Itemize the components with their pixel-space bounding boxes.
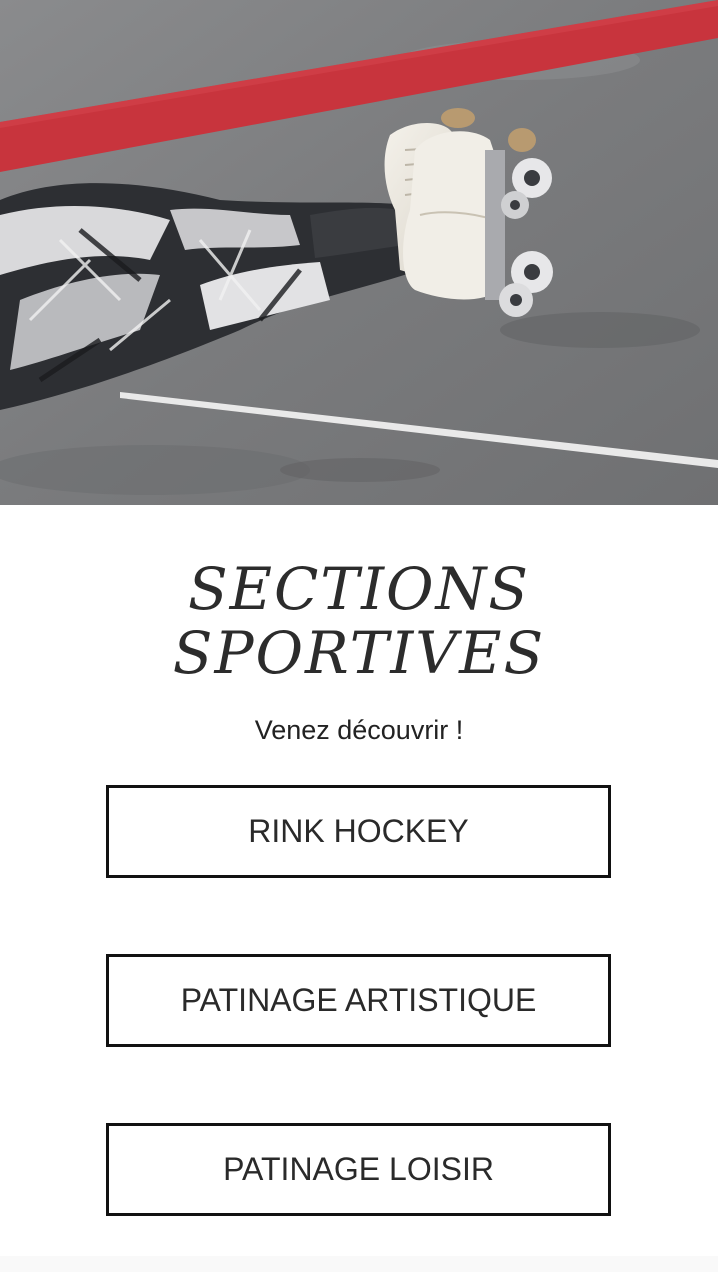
patinage-loisir-button-label: PATINAGE LOISIR [223, 1151, 494, 1187]
subtitle: Venez découvrir ! [254, 715, 464, 745]
patinage-artistique-button[interactable]: PATINAGE ARTISTIQUE [106, 954, 611, 1047]
rink-hockey-button[interactable]: RINK HOCKEY [106, 785, 611, 878]
patinage-loisir-button[interactable]: PATINAGE LOISIR [106, 1123, 611, 1216]
roller-skater-photo [0, 0, 718, 505]
rink-hockey-button-label: RINK HOCKEY [248, 813, 469, 849]
page-title: SECTIONS SPORTIVES [0, 557, 718, 685]
title-line-1: SECTIONS [187, 555, 531, 623]
hero-image [0, 0, 718, 505]
sections-panel: SECTIONS SPORTIVES Venez découvrir ! RIN… [0, 505, 718, 1272]
footer-strip [0, 1256, 718, 1272]
title-line-2: SPORTIVES [172, 619, 546, 687]
patinage-artistique-button-label: PATINAGE ARTISTIQUE [180, 982, 537, 1018]
